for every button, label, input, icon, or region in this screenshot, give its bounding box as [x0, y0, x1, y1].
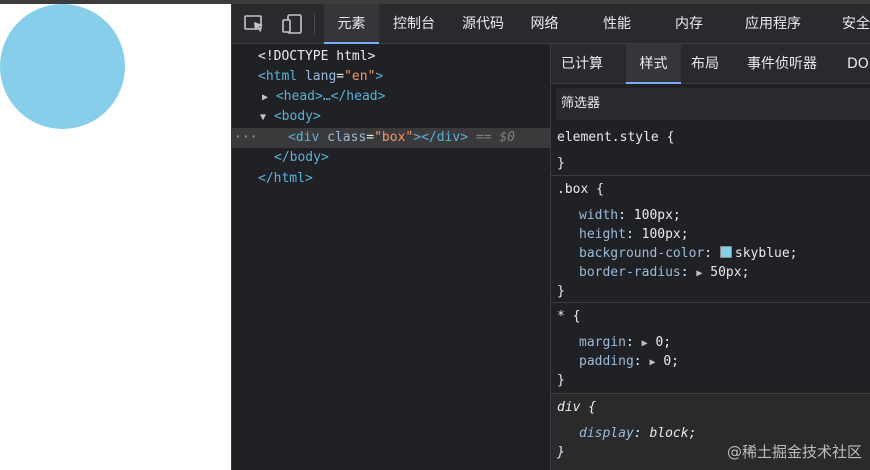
rule-close: }	[557, 445, 565, 460]
rule-box: .box { width: 100px; height: 100px; back…	[551, 176, 870, 303]
style-prop-border-radius[interactable]: border-radius: ▶ 50px;	[579, 263, 749, 282]
tab-sources[interactable]: 源代码	[453, 4, 513, 44]
style-prop-background-color[interactable]: background-color: skyblue;	[579, 244, 798, 263]
prop-name: border-radius	[579, 265, 681, 280]
dom-html-node[interactable]: <html lang="en">	[258, 67, 383, 87]
style-prop-display: display: block;	[579, 426, 697, 441]
dom-doctype[interactable]: <!DOCTYPE html>	[258, 47, 375, 67]
html-tag: <html	[258, 69, 298, 84]
page-preview	[0, 4, 231, 470]
html-attr-value: "en"	[344, 69, 376, 84]
subtab-event-listeners[interactable]: 事件侦听器	[747, 44, 817, 84]
selected-marker: == $0	[475, 130, 516, 145]
dom-html-close[interactable]: </html>	[258, 169, 313, 189]
expand-triangle-icon[interactable]: ▶	[262, 92, 268, 103]
expand-triangle-icon[interactable]: ▶	[696, 268, 702, 279]
div-attr-value: "box"	[374, 130, 414, 145]
rule-close: }	[557, 373, 565, 388]
rule-element-style: element.style { }	[551, 124, 870, 176]
style-prop-padding[interactable]: padding: ▶ 0;	[579, 352, 679, 371]
body-close-tag: </body>	[274, 150, 329, 165]
color-swatch-icon[interactable]	[719, 246, 732, 258]
tab-console[interactable]: 控制台	[384, 4, 444, 44]
head-tag: <head>…</head>	[275, 89, 386, 104]
dom-body-node[interactable]: ▼ <body>	[260, 107, 321, 127]
prop-value[interactable]: 100px;	[642, 227, 689, 242]
skyblue-circle-box[interactable]	[0, 4, 125, 129]
div-tag: <div	[288, 130, 320, 145]
expand-triangle-icon[interactable]: ▶	[642, 338, 648, 349]
doctype-text: <!DOCTYPE html>	[258, 49, 376, 64]
prop-name: background-color	[579, 246, 705, 261]
subtab-dom-breakpoints[interactable]: DO	[847, 44, 869, 84]
html-tag-end: >	[375, 69, 384, 84]
html-attr-name: lang	[304, 69, 337, 84]
style-prop-margin[interactable]: margin: ▶ 0;	[579, 333, 671, 352]
tab-network[interactable]: 网络	[522, 4, 567, 44]
prop-name: width	[579, 208, 619, 223]
tab-security[interactable]: 安全	[842, 4, 870, 44]
rule-universal: * { margin: ▶ 0; padding: ▶ 0; }	[551, 303, 870, 394]
div-attr-name: class	[327, 130, 367, 145]
prop-value[interactable]: skyblue;	[735, 246, 798, 261]
subtab-styles[interactable]: 样式	[626, 44, 681, 84]
prop-value[interactable]: 50px;	[710, 265, 749, 280]
dom-tree: <!DOCTYPE html> <html lang="en"> ▶ <head…	[232, 44, 550, 470]
more-options-icon[interactable]: ···	[234, 128, 257, 148]
dom-head-node[interactable]: ▶ <head>…</head>	[262, 87, 385, 107]
prop-name: margin	[579, 335, 626, 350]
sidebar-tabs: 已计算 样式 布局 事件侦听器 DO	[551, 44, 870, 84]
styles-sidebar: 已计算 样式 布局 事件侦听器 DO 筛选器 element.style { }…	[550, 44, 870, 470]
toolbar-separator	[314, 14, 315, 34]
devtools-panel: 元素 控制台 源代码 网络 性能 内存 应用程序 安全 <!DOCTYPE ht…	[231, 4, 870, 470]
device-toggle-icon[interactable]	[282, 14, 304, 34]
prop-value[interactable]: 0;	[663, 354, 679, 369]
tab-performance[interactable]: 性能	[592, 4, 642, 44]
expand-triangle-icon[interactable]: ▶	[649, 357, 655, 368]
tab-elements[interactable]: 元素	[324, 4, 379, 44]
subtab-layout[interactable]: 布局	[691, 44, 719, 84]
tab-application[interactable]: 应用程序	[738, 4, 808, 44]
prop-name: height	[579, 227, 626, 242]
rule-selector[interactable]: .box {	[557, 180, 604, 199]
inspect-element-icon[interactable]	[244, 14, 266, 34]
prop-name: padding	[579, 354, 634, 369]
rule-selector[interactable]: * {	[557, 307, 580, 326]
prop-value[interactable]: 100px;	[634, 208, 681, 223]
rule-selector: div {	[557, 400, 597, 415]
rule-selector[interactable]: element.style {	[557, 128, 674, 147]
prop-name: display	[579, 426, 634, 441]
dom-body-close[interactable]: </body>	[274, 148, 329, 168]
dom-div-node-selected[interactable]: ··· <div class="box"></div> == $0	[232, 128, 550, 148]
body-tag: <body>	[273, 109, 321, 124]
style-prop-height[interactable]: height: 100px;	[579, 225, 689, 244]
devtools-toolbar: 元素 控制台 源代码 网络 性能 内存 应用程序 安全	[232, 4, 870, 44]
prop-value: block;	[649, 426, 697, 441]
subtab-computed[interactable]: 已计算	[561, 44, 603, 84]
tab-memory[interactable]: 内存	[664, 4, 714, 44]
rule-close: }	[557, 156, 565, 171]
html-close-tag: </html>	[258, 171, 313, 186]
style-prop-width[interactable]: width: 100px;	[579, 206, 681, 225]
prop-value[interactable]: 0;	[655, 335, 671, 350]
watermark-text: @稀土掘金技术社区	[726, 443, 862, 461]
div-tag-end: ></div>	[413, 130, 469, 145]
rule-close: }	[557, 284, 565, 299]
styles-filter-input[interactable]: 筛选器	[556, 88, 870, 120]
collapse-triangle-icon[interactable]: ▼	[260, 112, 266, 123]
